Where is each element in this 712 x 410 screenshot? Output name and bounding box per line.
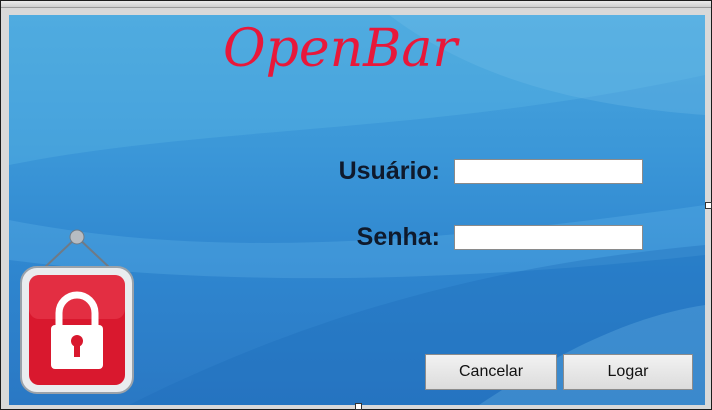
window-titlebar[interactable] bbox=[1, 1, 711, 8]
login-button[interactable]: Logar bbox=[563, 354, 693, 390]
app-logo: OpenBar bbox=[223, 19, 458, 79]
username-label: Usuário: bbox=[338, 157, 440, 185]
cancel-button[interactable]: Cancelar bbox=[425, 354, 557, 390]
padlock-sign-icon bbox=[20, 229, 134, 394]
password-input[interactable] bbox=[454, 225, 643, 250]
password-label: Senha: bbox=[356, 223, 440, 251]
login-window: OpenBar Usuário: Senha: Cancelar Logar bbox=[0, 0, 712, 410]
resize-handle-right[interactable] bbox=[705, 202, 712, 209]
username-input[interactable] bbox=[454, 159, 643, 184]
resize-handle-bottom[interactable] bbox=[355, 403, 362, 410]
login-panel: OpenBar Usuário: Senha: Cancelar Logar bbox=[9, 15, 705, 405]
